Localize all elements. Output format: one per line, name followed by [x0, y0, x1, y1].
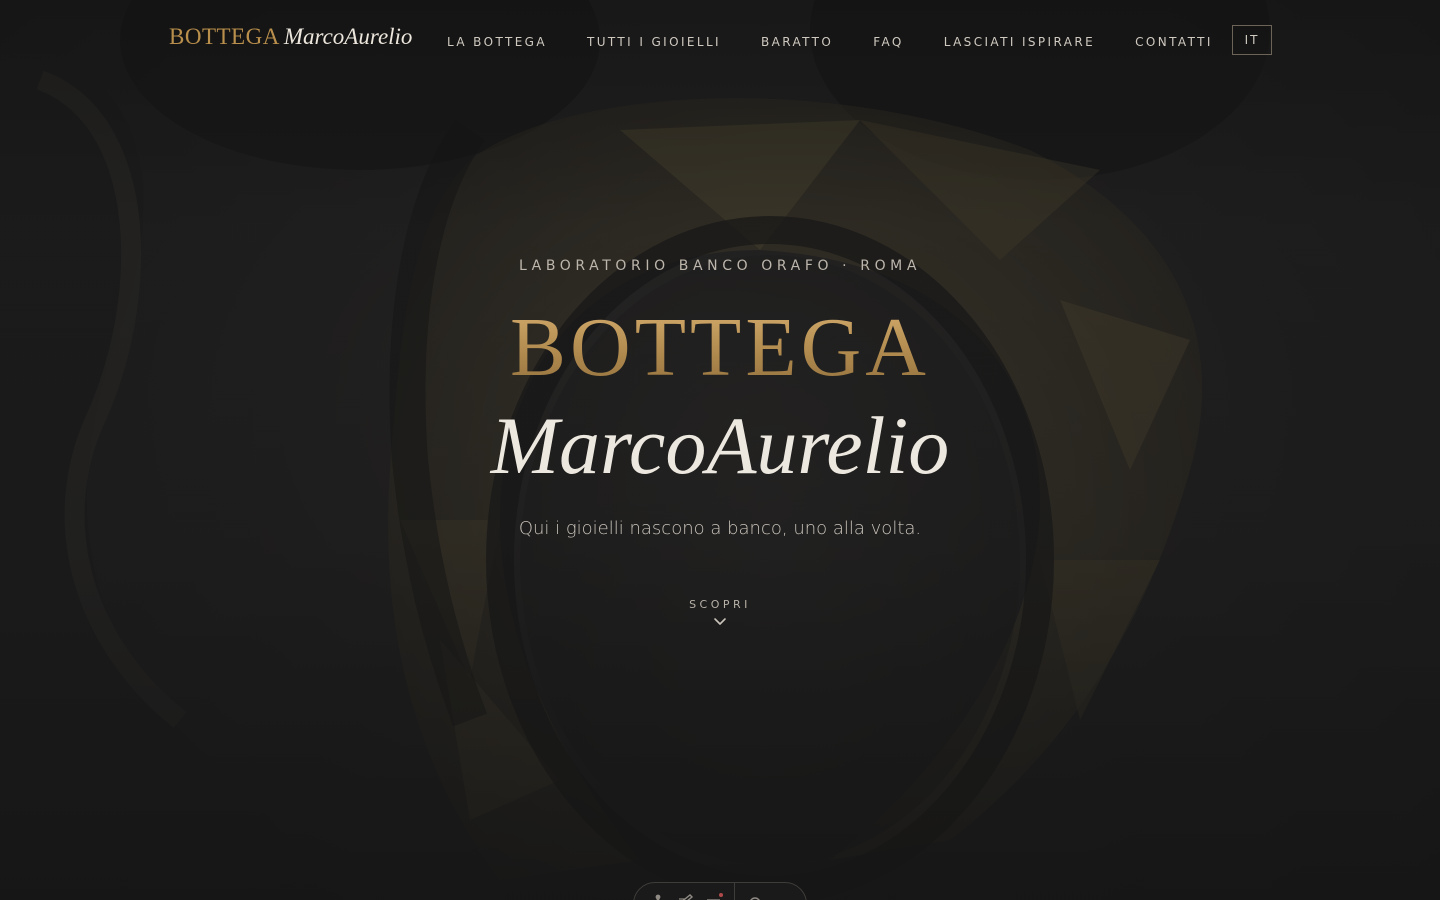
logo-script-text: MarcoAurelio — [283, 24, 413, 49]
language-switch-button[interactable]: IT — [1232, 25, 1272, 55]
logo-main-text: BOTTEGA — [169, 24, 280, 49]
scopri-button[interactable]: SCOPRI — [670, 598, 770, 627]
nav-item: FAQ — [873, 33, 903, 51]
toolbar-divider — [734, 883, 735, 900]
hero-title-script: MarcoAurelio — [490, 400, 950, 491]
nav-item: TUTTI I GIOIELLI — [587, 33, 721, 51]
floating-toolbar — [633, 882, 807, 900]
settings-icon[interactable] — [741, 889, 769, 900]
menu-icon[interactable] — [700, 889, 728, 900]
hero-eyebrow: LABORATORIO BANCO ORAFO · ROMA — [518, 258, 922, 274]
nav-item: LASCIATI ISPIRARE — [944, 33, 1095, 51]
nav-item: CONTATTI — [1135, 33, 1213, 51]
nav-item: LA BOTTEGA — [447, 33, 547, 51]
chevron-down-icon — [714, 618, 726, 625]
hero-tagline: Qui i gioielli nascono a banco, uno alla… — [518, 518, 922, 539]
nav-link-la-bottega[interactable]: LA BOTTEGA — [447, 35, 547, 49]
scopri-label: SCOPRI — [689, 598, 751, 611]
nav-item: BARATTO — [761, 33, 833, 51]
nav-link-baratto[interactable]: BARATTO — [761, 35, 833, 49]
main-nav: LA BOTTEGA TUTTI I GIOIELLI BARATTO FAQ … — [447, 33, 1253, 51]
site-logo[interactable]: BOTTEGA MarcoAurelio — [169, 24, 412, 50]
nav-link-lasciati-ispirare[interactable]: LASCIATI ISPIRARE — [944, 35, 1095, 49]
nav-link-faq[interactable]: FAQ — [873, 35, 903, 49]
page: BOTTEGA MarcoAurelio LA BOTTEGA TUTTI I G… — [0, 0, 1440, 900]
hero-title: BOTTEGA — [0, 300, 1440, 396]
site-header: BOTTEGA MarcoAurelio LA BOTTEGA TUTTI I G… — [0, 0, 1440, 80]
nav-link-tutti-i-gioielli[interactable]: TUTTI I GIOIELLI — [587, 35, 721, 49]
nav-link-contatti[interactable]: CONTATTI — [1135, 35, 1213, 49]
accessibility-icon[interactable] — [644, 889, 672, 900]
edit-icon[interactable] — [672, 889, 700, 900]
